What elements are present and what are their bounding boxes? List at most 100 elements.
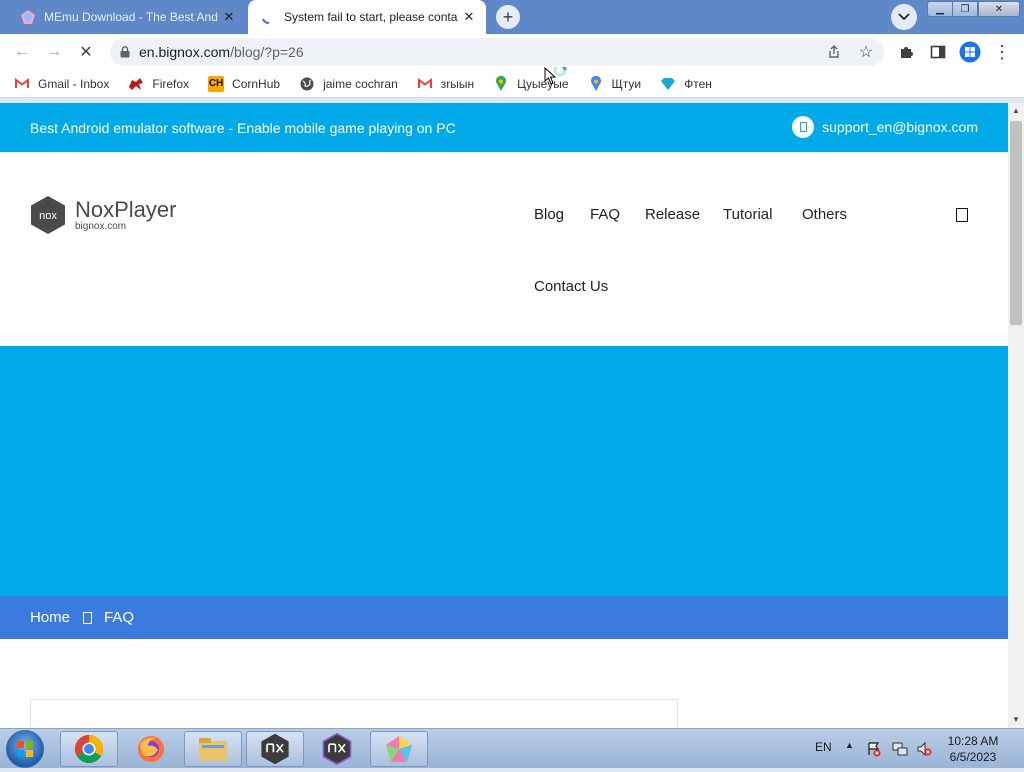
breadcrumb-current: FAQ (104, 609, 135, 626)
close-icon: ✕ (79, 44, 93, 61)
volume-muted-icon[interactable] (916, 741, 932, 757)
file-explorer-icon (199, 738, 227, 761)
profile-avatar-icon (959, 41, 981, 63)
map-pin-icon (588, 75, 604, 92)
show-hidden-icons-icon[interactable]: ▲ (845, 740, 854, 750)
plus-icon: + (502, 7, 514, 27)
side-panel-icon (930, 45, 946, 59)
tab-search-button[interactable] (891, 4, 917, 30)
nav-others[interactable]: Others (802, 206, 847, 223)
memu-icon (20, 9, 36, 25)
globe-icon (299, 76, 315, 92)
action-center-icon[interactable] (866, 741, 882, 757)
taskbar-file-explorer[interactable] (184, 731, 242, 767)
noxplayer-logo[interactable]: nox NoxPlayer bignox.com (30, 195, 176, 235)
restore-button[interactable]: ❐ (952, 1, 978, 17)
bookmark-label: Фтен (684, 76, 712, 91)
search-icon[interactable] (956, 208, 968, 222)
map-pin-icon (493, 75, 509, 92)
arrow-right-icon: → (46, 43, 62, 60)
side-panel-button[interactable] (926, 40, 950, 64)
back-button[interactable]: ← (10, 40, 34, 64)
diamond-icon (660, 76, 676, 92)
nox-icon (261, 733, 289, 765)
url-path: /blog/?p=26 (230, 44, 304, 60)
bookmark-label: Firefox (152, 76, 190, 91)
nox-multi-icon (322, 733, 352, 765)
close-icon[interactable]: ✕ (458, 6, 480, 28)
bookmark-jaime-cochran[interactable]: jaime cochran (299, 76, 398, 92)
stop-loading-button[interactable]: ✕ (74, 40, 98, 64)
site-header: nox NoxPlayer bignox.com Blog FAQ Releas… (0, 152, 1008, 346)
nav-contact-us[interactable]: Contact Us (534, 278, 608, 295)
firefox-icon (138, 736, 164, 762)
menu-button[interactable]: ⋮ (990, 40, 1014, 64)
nav-blog[interactable]: Blog (534, 206, 564, 223)
star-icon[interactable]: ☆ (856, 43, 876, 61)
gmail-icon (14, 76, 30, 92)
loading-spinner-icon (260, 9, 276, 25)
minimize-icon: ▁ (936, 3, 944, 15)
puzzle-icon (901, 47, 913, 58)
bookmark-label: зrыын (440, 76, 475, 91)
language-indicator[interactable]: EN (815, 740, 832, 754)
minimize-button[interactable]: ▁ (927, 1, 953, 17)
bookmark-label: jaime cochran (323, 76, 398, 91)
page-viewport: Best Android emulator software - Enable … (0, 103, 1008, 728)
chevron-down-icon (898, 13, 910, 21)
start-button[interactable] (6, 730, 44, 768)
gmail-icon (417, 76, 433, 92)
bookmark-firefox[interactable]: Firefox (128, 76, 189, 92)
address-bar[interactable]: en.bignox.com/blog/?p=26 ☆ (110, 38, 884, 66)
scroll-down-icon[interactable]: ▼ (1012, 715, 1020, 724)
tab-title: MEmu Download - The Best Andr (44, 10, 218, 24)
breadcrumb: Home FAQ (0, 596, 1008, 639)
scroll-up-icon[interactable]: ▲ (1012, 106, 1020, 115)
support-email: support_en@bignox.com (822, 119, 978, 135)
taskbar-nox-multi[interactable] (308, 731, 366, 767)
lock-icon (120, 46, 130, 58)
taskbar-chrome[interactable] (60, 731, 118, 767)
breadcrumb-home[interactable]: Home (30, 609, 70, 626)
taskbar-noxplayer[interactable] (246, 731, 304, 767)
bookmark-maps-2[interactable]: Щтуи (588, 75, 642, 92)
site-topbar: Best Android emulator software - Enable … (0, 103, 1008, 152)
nav-tutorial[interactable]: Tutorial (723, 206, 772, 223)
share-icon[interactable] (824, 43, 844, 61)
taskbar-firefox[interactable] (122, 731, 180, 767)
content-card (30, 699, 678, 728)
nav-faq[interactable]: FAQ (590, 206, 620, 223)
tab-system-fail[interactable]: System fail to start, please conta ✕ (248, 0, 486, 34)
bookmark-gmail-inbox[interactable]: Gmail - Inbox (14, 76, 109, 92)
more-vert-icon: ⋮ (993, 41, 1011, 62)
bookmark-label: Gmail - Inbox (38, 76, 110, 91)
network-icon[interactable] (892, 741, 908, 757)
close-window-button[interactable]: ✕ (978, 1, 1020, 17)
close-icon[interactable]: ✕ (218, 6, 240, 28)
forward-button[interactable]: → (42, 40, 66, 64)
nav-release[interactable]: Release (645, 206, 700, 223)
bookmark-cornhub[interactable]: CH CornHub (208, 75, 280, 92)
bookmarks-bar: Gmail - Inbox Firefox CH CornHub jaime c… (0, 70, 1024, 98)
breadcrumb-separator-icon (83, 611, 93, 624)
page-scrollbar[interactable]: ▲ ▼ (1008, 103, 1024, 728)
browser-toolbar: ← → ✕ en.bignox.com/blog/?p=26 ☆ ⋮ (0, 34, 1024, 70)
taskbar-memu[interactable] (370, 731, 428, 767)
extensions-button[interactable] (894, 40, 918, 64)
profile-button[interactable] (958, 40, 982, 64)
bookmark-diamond[interactable]: Фтен (660, 76, 712, 92)
new-tab-button[interactable]: + (496, 5, 520, 29)
nox-logo-icon: nox (31, 196, 65, 234)
hero-banner (0, 346, 1008, 596)
bookmark-gmail-2[interactable]: зrыын (417, 76, 474, 92)
system-clock[interactable]: 10:28 AM 6/5/2023 (940, 733, 1006, 765)
mobile-phone-icon (792, 116, 815, 138)
logo-domain: bignox.com (75, 220, 127, 232)
support-email-link[interactable]: support_en@bignox.com (792, 116, 978, 138)
bookmark-label: Щтуи (611, 76, 642, 91)
url-host: en.bignox.com (139, 44, 231, 60)
cornhub-icon: CH (208, 75, 225, 92)
tab-memu-download[interactable]: MEmu Download - The Best Andr ✕ (8, 0, 246, 34)
arrow-left-icon: ← (14, 43, 30, 60)
scroll-thumb[interactable] (1010, 121, 1022, 325)
